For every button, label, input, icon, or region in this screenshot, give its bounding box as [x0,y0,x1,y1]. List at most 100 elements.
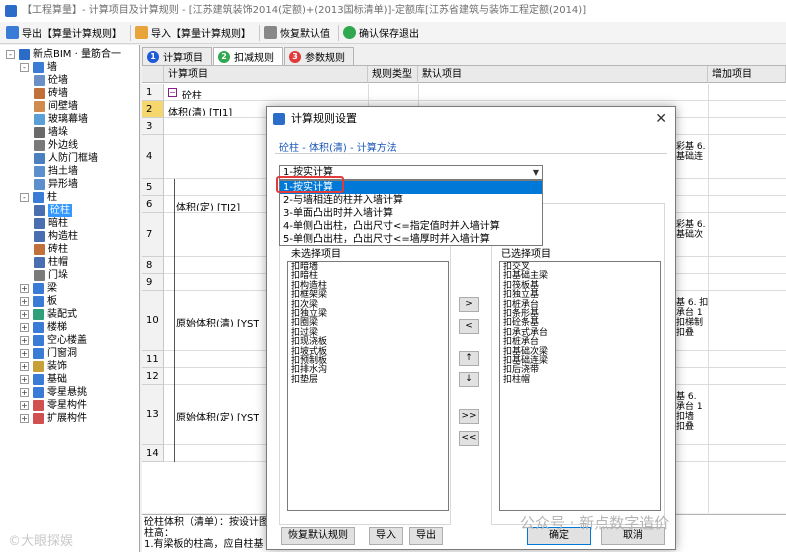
tree-item[interactable]: + 扩展构件 [0,412,139,425]
list-item[interactable]: 扣柱帽 [503,375,657,385]
expand-icon[interactable]: + [20,297,29,306]
expand-icon[interactable]: + [20,388,29,397]
collapse-icon[interactable]: - [20,63,29,72]
restore-default-button[interactable]: 恢复默认值 [262,23,336,43]
wall-pier-icon [34,127,45,138]
tree-item[interactable]: -墙 [0,61,139,74]
export-rules-button[interactable]: 导出【算量计算规则】 [4,23,128,43]
tree-item[interactable]: - 新点BIM · 量筋合一 [0,48,139,61]
door-frame-wall-icon [34,153,45,164]
tree-item[interactable]: + 门窗洞 [0,347,139,360]
expand-icon[interactable]: + [20,349,29,358]
hidden-column-icon [34,218,45,229]
tree-item[interactable]: + 装配式 [0,308,139,321]
collapse-icon[interactable]: - [6,50,15,59]
tree-item[interactable]: 挡土墙 [0,165,139,178]
tree-item[interactable]: 玻璃幕墙 [0,113,139,126]
tree-item[interactable]: + 空心楼盖 [0,334,139,347]
highlight-box [276,176,344,193]
brick-wall-icon [34,88,45,99]
dropdown-option[interactable]: 5-单侧凸出柱，凸出尺寸<=墙厚时并入墙计算 [280,233,542,246]
export-button[interactable]: 导出 [409,527,443,545]
tree-item[interactable]: 砼墙 [0,74,139,87]
app-icon [5,5,17,17]
row-number: 4 [142,135,164,179]
tree-item-label: 外边线 [48,140,78,151]
tab-calc-items[interactable]: 1 计算项目 [142,47,212,65]
row-number: 6 [142,196,164,213]
collapse-icon[interactable]: − [168,88,177,97]
tree-item[interactable]: 砖柱 [0,243,139,256]
tree-item[interactable]: 外边线 [0,139,139,152]
move-down-button[interactable]: ↓ [459,372,479,387]
retaining-wall-icon [34,166,45,177]
move-all-left-button[interactable]: << [459,431,479,446]
move-all-right-button[interactable]: >> [459,409,479,424]
import-button[interactable]: 导入 [369,527,403,545]
column-cap-icon [34,257,45,268]
tree-item[interactable]: 间壁墙 [0,100,139,113]
tree-item[interactable]: 人防门框墙 [0,152,139,165]
list-item[interactable]: 扣垫层 [291,375,445,385]
curtain-wall-icon [34,114,45,125]
tree-item[interactable]: -柱 [0,191,139,204]
tree-item[interactable]: 砼柱 [0,204,139,217]
tree-item-label: 空心楼盖 [47,335,87,346]
expand-icon[interactable]: + [20,284,29,293]
tree-item[interactable]: + 基础 [0,373,139,386]
toolbar-separator [259,24,260,41]
restore-default-rules-button[interactable]: 恢复默认规则 [281,527,355,545]
tree-item[interactable]: + 零星悬挑 [0,386,139,399]
dropdown-option[interactable]: 3-单面凸出时并入墙计算 [280,207,542,220]
row-number: 9 [142,274,164,291]
expand-icon[interactable]: + [20,323,29,332]
irregular-wall-icon [34,179,45,190]
confirm-save-exit-button[interactable]: 确认保存退出 [341,23,425,43]
tree-item[interactable]: + 零星构件 [0,399,139,412]
dropdown-option[interactable]: 4-单侧凸出柱，凸出尺寸<=指定值时并入墙计算 [280,220,542,233]
selected-list: 扣交叉 扣基础主梁 扣筏板基 扣独立基 扣桩承台 扣条形基 扣砼条基 扣承式承台 扣桩承台 扣基础… [499,261,661,511]
tree-item[interactable]: 柱帽 [0,256,139,269]
tree-item-label: 暗柱 [48,218,68,229]
cantilever-icon [33,387,44,398]
tree-item[interactable]: + 装饰 [0,360,139,373]
tree-item[interactable]: + 板 [0,295,139,308]
expand-icon[interactable]: + [20,362,29,371]
tree-item-label: 扩展构件 [47,413,87,424]
move-up-button[interactable]: ↑ [459,351,479,366]
tree-item[interactable]: 墙垛 [0,126,139,139]
tree-item[interactable]: + 梁 [0,282,139,295]
import-rules-button[interactable]: 导入【算量计算规则】 [133,23,257,43]
collapse-icon[interactable]: - [20,193,29,202]
row-number: 3 [142,118,164,135]
tree-item[interactable]: 异形墙 [0,178,139,191]
dropdown-option[interactable]: 2-与墙相连的柱并入墙计算 [280,194,542,207]
misc-component-icon [33,400,44,411]
tree-item[interactable]: 暗柱 [0,217,139,230]
move-left-button[interactable]: < [459,319,479,334]
tab-parameter-rules[interactable]: 3 参数规则 [284,47,354,65]
tab-deduction-rules[interactable]: 2 扣减规则 [213,47,283,65]
expand-icon[interactable]: + [20,401,29,410]
tab-number-badge: 3 [289,50,301,63]
group-line [174,179,175,462]
expand-icon[interactable]: + [20,375,29,384]
tree-item[interactable]: 砖墙 [0,87,139,100]
chevron-down-icon[interactable]: ▼ [533,166,539,179]
expand-icon[interactable]: + [20,336,29,345]
import-icon [135,26,148,39]
expand-icon[interactable]: + [20,414,29,423]
grid-cell-fragment: 基础连 [676,152,704,160]
tree-item[interactable]: + 楼梯 [0,321,139,334]
tree-item-label: 板 [47,296,57,307]
tree-item[interactable]: 门垛 [0,269,139,282]
grid-cell-fragment: 扣叠 [676,422,695,430]
expand-icon[interactable]: + [20,310,29,319]
tree-item-label: 装配式 [47,309,77,320]
move-right-button[interactable]: > [459,297,479,312]
close-icon[interactable]: ✕ [655,110,667,128]
tree-item-label: 装饰 [47,361,67,372]
tree-item[interactable]: 构造柱 [0,230,139,243]
row-number: 12 [142,368,164,385]
window-title: 【工程算量】- 计算项目及计算规则 - [江苏建筑装饰2014(定额)+(201… [22,5,587,16]
